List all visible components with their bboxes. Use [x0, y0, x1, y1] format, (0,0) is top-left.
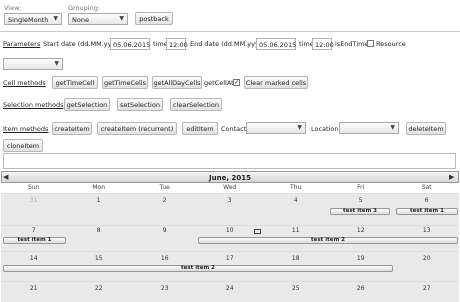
- grouping-select[interactable]: None ▼: [68, 13, 128, 25]
- is-end-time-checkbox[interactable]: [367, 40, 374, 47]
- location-label: Location: [311, 125, 339, 133]
- day-cell[interactable]: 10: [197, 227, 262, 234]
- event-item[interactable]: test item 2: [3, 265, 393, 272]
- next-arrow-icon[interactable]: ▶: [449, 173, 457, 181]
- contact-label: Contact: [221, 125, 247, 133]
- day-cell[interactable]: 24: [197, 285, 262, 292]
- day-cell[interactable]: 27: [394, 285, 459, 292]
- view-label: View:: [4, 4, 22, 12]
- day-cell[interactable]: 11: [263, 227, 328, 234]
- contact-select[interactable]: ▼: [246, 122, 306, 134]
- view-select-value: SingleMonth: [8, 16, 49, 24]
- get-cell-at-checkbox[interactable]: ✓: [233, 79, 240, 86]
- end-date-input[interactable]: 05.06.2015: [256, 38, 296, 50]
- delete-item-button[interactable]: deleteItem: [406, 122, 446, 135]
- cell-methods-title: Cell methods: [3, 79, 46, 87]
- parameters-title: Parameters: [3, 40, 41, 48]
- day-cell[interactable]: 2: [132, 197, 197, 204]
- chevron-down-icon: ▼: [54, 60, 59, 67]
- day-cell[interactable]: 13: [394, 227, 459, 234]
- cursor-icon: [254, 229, 261, 234]
- start-date-input[interactable]: 05.06.2015: [110, 38, 150, 50]
- day-cell[interactable]: 1: [66, 197, 131, 204]
- day-cell[interactable]: 8: [66, 227, 131, 234]
- start-time-input[interactable]: 12:00: [166, 38, 188, 50]
- get-all-day-cells-button[interactable]: getAllDayCells: [152, 76, 202, 89]
- day-cell[interactable]: 5: [328, 197, 393, 204]
- output-box: [3, 153, 456, 169]
- clear-selection-button[interactable]: clearSelection: [170, 98, 222, 111]
- grouping-label: Grouping:: [68, 4, 101, 12]
- view-select[interactable]: SingleMonth ▼: [4, 13, 62, 25]
- day-cell[interactable]: 7: [1, 227, 66, 234]
- day-cell[interactable]: 31: [1, 197, 66, 204]
- day-cell[interactable]: 22: [66, 285, 131, 292]
- day-cell[interactable]: 20: [394, 255, 459, 262]
- event-item[interactable]: test item 3: [330, 208, 390, 215]
- day-cell[interactable]: 3: [197, 197, 262, 204]
- chevron-down-icon: ▼: [119, 15, 124, 22]
- resource-select[interactable]: ▼: [3, 58, 63, 70]
- get-cell-at-label: getCellAt: [204, 79, 234, 87]
- edit-item-button[interactable]: editItem: [182, 122, 218, 135]
- set-selection-button[interactable]: setSelection: [117, 98, 163, 111]
- resource-label: Resource: [376, 40, 406, 48]
- day-cell[interactable]: 21: [1, 285, 66, 292]
- is-end-time-label: isEndTime: [335, 40, 369, 48]
- day-cell[interactable]: 23: [132, 285, 197, 292]
- day-header-sat: Sat: [421, 184, 432, 191]
- end-date-label: End date (dd.MM.yyyy): [190, 40, 266, 48]
- day-header-mon: Mon: [92, 184, 106, 191]
- day-cell[interactable]: 17: [197, 255, 262, 262]
- calendar-header: ◀ June, 2015 ▶: [1, 171, 459, 183]
- day-cell[interactable]: 25: [263, 285, 328, 292]
- create-item-button[interactable]: createItem: [52, 122, 92, 135]
- day-cell[interactable]: 18: [263, 255, 328, 262]
- chevron-down-icon: ▼: [53, 15, 58, 22]
- day-header-wed: Wed: [223, 184, 237, 191]
- divider: [0, 31, 460, 32]
- chevron-down-icon: ▼: [297, 124, 302, 131]
- clear-marked-cells-button[interactable]: Clear marked cells: [244, 76, 308, 89]
- get-time-cell-button[interactable]: getTimeCell: [52, 76, 98, 89]
- get-time-cells-button[interactable]: getTimeCells: [102, 76, 148, 89]
- event-item[interactable]: test item 1: [3, 237, 66, 244]
- day-cell[interactable]: 19: [328, 255, 393, 262]
- day-header-sun: Sun: [27, 184, 40, 191]
- event-item[interactable]: test item 2: [198, 237, 458, 244]
- create-recurrent-item-button[interactable]: createItem (recurrent): [97, 122, 177, 135]
- day-cell[interactable]: 6: [394, 197, 459, 204]
- day-header-thu: Thu: [290, 184, 302, 191]
- postback-button[interactable]: postback: [135, 12, 173, 25]
- item-methods-title: Item methods: [3, 125, 49, 133]
- grouping-select-value: None: [72, 16, 89, 24]
- end-time-input[interactable]: 12:00: [312, 38, 334, 50]
- location-select[interactable]: ▼: [339, 122, 399, 134]
- day-cell[interactable]: 26: [328, 285, 393, 292]
- calendar-title: June, 2015: [209, 174, 251, 182]
- day-cell[interactable]: 4: [263, 197, 328, 204]
- day-header-tue: Tue: [159, 184, 170, 191]
- day-header-fri: Fri: [357, 184, 365, 191]
- day-cell[interactable]: 9: [132, 227, 197, 234]
- day-cell[interactable]: 15: [66, 255, 131, 262]
- clone-item-button[interactable]: cloneItem: [3, 139, 43, 152]
- day-cell[interactable]: 14: [1, 255, 66, 262]
- day-cell[interactable]: 12: [328, 227, 393, 234]
- selection-methods-title: Selection methods: [3, 101, 64, 109]
- event-item[interactable]: test item 1: [396, 208, 458, 215]
- chevron-down-icon: ▼: [390, 124, 395, 131]
- day-cell[interactable]: 16: [132, 255, 197, 262]
- get-selection-button[interactable]: getSelection: [64, 98, 110, 111]
